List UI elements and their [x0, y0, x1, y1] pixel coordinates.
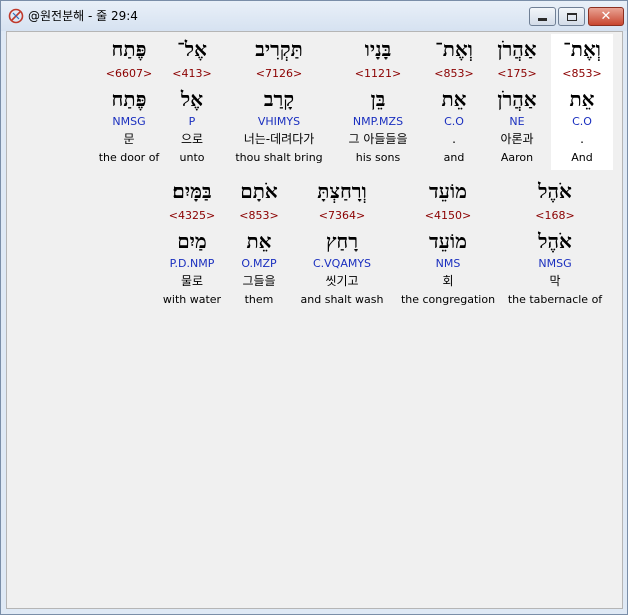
- strong-number[interactable]: <1121>: [331, 67, 425, 81]
- hebrew-word: בַּמָּיִם׃: [172, 179, 212, 203]
- korean-gloss: 너는-데려다가: [243, 132, 315, 146]
- close-button[interactable]: ✕: [588, 7, 624, 26]
- korean-gloss: 씻기고: [325, 274, 359, 288]
- hebrew-word: אֹתָם: [240, 179, 278, 203]
- morphology-code: NMS: [435, 257, 461, 270]
- hebrew-lemma: מַיִם: [177, 229, 207, 253]
- korean-gloss: 아론과: [500, 132, 534, 146]
- hebrew-word: מוֹעֵד: [429, 179, 467, 203]
- strong-number[interactable]: <4150>: [393, 209, 503, 223]
- minimize-button[interactable]: [529, 7, 556, 26]
- english-gloss: and shalt wash: [300, 293, 384, 306]
- hebrew-word: תַּקְרִיב: [255, 37, 303, 61]
- strong-number[interactable]: <7126>: [227, 67, 331, 81]
- hebrew-lemma: פֶּתַח: [111, 87, 147, 111]
- hebrew-word: אַהֲרֹן: [497, 37, 537, 61]
- word-column[interactable]: מוֹעֵד <4150> מוֹעֵד NMS 회 the congregation: [393, 176, 503, 312]
- strong-number[interactable]: <853>: [551, 67, 613, 81]
- hebrew-lemma: אֵת: [569, 87, 595, 111]
- hebrew-lemma: אֶל: [180, 87, 204, 111]
- strong-number[interactable]: <168>: [503, 209, 607, 223]
- word-column[interactable]: תַּקְרִיב <7126> קָרַב VHIMYS 너는-데려다가 thou sh…: [227, 34, 331, 170]
- word-column[interactable]: וְאֶת־ <853> אֵת C.O. and: [425, 34, 483, 170]
- morphology-code: P: [188, 115, 196, 128]
- korean-gloss: 문: [123, 132, 135, 146]
- english-gloss: and: [443, 151, 465, 164]
- english-gloss: them: [244, 293, 274, 306]
- morphology-code: C.VQAMYS: [312, 257, 372, 270]
- strong-number[interactable]: <853>: [425, 67, 483, 81]
- korean-gloss: .: [580, 132, 584, 146]
- korean-gloss: 물로: [180, 274, 204, 288]
- word-column[interactable]: וְאֶת־ <853> אֵת C.O. And: [551, 34, 613, 170]
- morphology-code: C.O: [572, 115, 592, 128]
- strong-number[interactable]: <853>: [229, 209, 289, 223]
- hebrew-word: אֶל־: [177, 37, 207, 61]
- hebrew-word: וְרָחַצְתָּ: [317, 179, 367, 203]
- morphology-code: NMSG: [538, 257, 572, 270]
- korean-gloss: 그 아들들을: [348, 132, 408, 146]
- hebrew-lemma: אַהֲרֹן: [497, 87, 537, 111]
- title-bar[interactable]: @원전분해 - 줄 29:4 ✕: [1, 1, 627, 31]
- hebrew-lemma: קָרַב: [263, 87, 295, 111]
- maximize-icon: [566, 12, 577, 21]
- app-logo-icon: [8, 8, 24, 24]
- strong-number[interactable]: <7364>: [293, 209, 391, 223]
- strong-number[interactable]: <4325>: [157, 209, 227, 223]
- hebrew-word: וְאֶת־: [563, 37, 601, 61]
- korean-gloss: 막: [549, 274, 561, 288]
- interlinear-view[interactable]: וְאֶת־ <853> אֵת C.O. And אַהֲרֹן <175> אַהֲרֹן…: [6, 31, 623, 609]
- morphology-code: P.D.NMP: [169, 257, 215, 270]
- hebrew-lemma: אֵת: [441, 87, 467, 111]
- word-column[interactable]: בָּנָיו <1121> בֵּן NMP.MZS 그 아들들을 his sons: [331, 34, 425, 170]
- korean-gloss: .: [452, 132, 456, 146]
- korean-gloss: 회: [442, 274, 454, 288]
- minimize-icon: [538, 18, 547, 21]
- english-gloss: with water: [162, 293, 222, 306]
- hebrew-word: פֶּתַח: [111, 37, 147, 61]
- hebrew-lemma: אֵת: [246, 229, 272, 253]
- english-gloss: unto: [179, 151, 205, 164]
- korean-gloss: 그들을: [242, 274, 276, 288]
- morphology-code: VHIMYS: [257, 115, 301, 128]
- hebrew-word: אֹהֶל: [538, 179, 572, 203]
- hebrew-word: וְאֶת־: [435, 37, 473, 61]
- word-column[interactable]: בַּמָּיִם׃ <4325> מַיִם P.D.NMP 물로 with water: [157, 176, 227, 312]
- strong-number[interactable]: <175>: [487, 67, 547, 81]
- hebrew-lemma: אֹהֶל: [538, 229, 572, 253]
- main-window: @원전분해 - 줄 29:4 ✕ וְאֶת־ <853> אֵת C.O. And אַ…: [0, 0, 628, 615]
- word-column[interactable]: אֶל־ <413> אֶל P 으로 unto: [163, 34, 221, 170]
- english-gloss: the door of: [98, 151, 160, 164]
- word-column[interactable]: אֹהֶל <168> אֹהֶל NMSG 막 the tabernacle of: [503, 176, 607, 312]
- maximize-button[interactable]: [558, 7, 585, 26]
- word-column[interactable]: וְרָחַצְתָּ <7364> רָחַץ C.VQAMYS 씻기고 and sha…: [293, 176, 391, 312]
- window-title: @원전분해 - 줄 29:4: [28, 9, 138, 23]
- morphology-code: NMP.MZS: [352, 115, 404, 128]
- english-gloss: thou shalt bring: [235, 151, 323, 164]
- word-column[interactable]: אַהֲרֹן <175> אַהֲרֹן NE 아론과 Aaron: [487, 34, 547, 170]
- hebrew-lemma: מוֹעֵד: [429, 229, 467, 253]
- korean-gloss: 으로: [180, 132, 204, 146]
- morphology-code: C.O: [444, 115, 464, 128]
- english-gloss: Aaron: [500, 151, 534, 164]
- word-column[interactable]: פֶּתַח <6607> פֶּתַח NMSG 문 the door of: [95, 34, 163, 170]
- morphology-code: O.MZP: [241, 257, 277, 270]
- hebrew-lemma: בֵּן: [370, 87, 386, 111]
- close-icon: ✕: [600, 9, 612, 24]
- hebrew-lemma: רָחַץ: [325, 229, 359, 253]
- morphology-code: NE: [509, 115, 525, 128]
- morphology-code: NMSG: [112, 115, 146, 128]
- strong-number[interactable]: <413>: [163, 67, 221, 81]
- strong-number[interactable]: <6607>: [95, 67, 163, 81]
- english-gloss: the congregation: [400, 293, 496, 306]
- hebrew-word: בָּנָיו: [364, 37, 392, 61]
- english-gloss: And: [571, 151, 593, 164]
- word-column[interactable]: אֹתָם <853> אֵת O.MZP 그들을 them: [229, 176, 289, 312]
- english-gloss: his sons: [355, 151, 401, 164]
- english-gloss: the tabernacle of: [507, 293, 603, 306]
